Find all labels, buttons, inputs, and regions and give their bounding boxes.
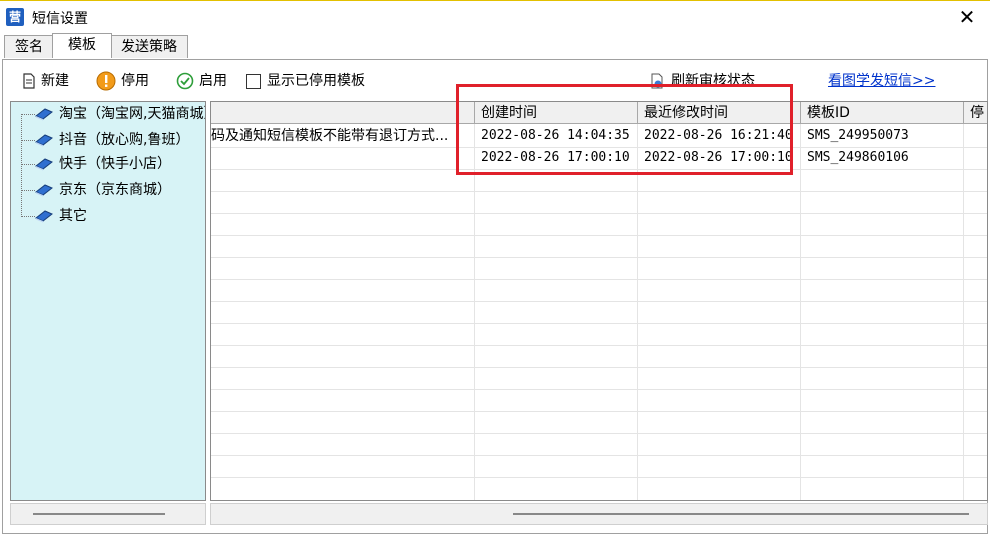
refresh-label: 刷新审核状态 xyxy=(671,73,755,89)
column-header-created[interactable]: 创建时间 xyxy=(475,102,638,124)
cell-created: 2022-08-26 14:04:35 xyxy=(481,128,630,143)
scrollbar-thumb[interactable] xyxy=(33,513,165,515)
book-icon xyxy=(35,158,53,171)
disable-button[interactable]: 停用 xyxy=(96,70,149,92)
column-header-disabled[interactable]: 停 xyxy=(964,102,987,124)
disable-label: 停用 xyxy=(121,73,149,89)
platform-tree: 淘宝（淘宝网,天猫商城） 抖音（放心购,鲁班） 快手（快手小店） 京东（京东商城… xyxy=(10,101,206,501)
tab-signature[interactable]: 签名 xyxy=(4,35,54,58)
help-link[interactable]: 看图学发短信>> xyxy=(828,70,935,92)
checkbox-box[interactable] xyxy=(246,73,261,89)
document-icon xyxy=(23,73,35,89)
book-icon xyxy=(35,108,53,121)
refresh-audit-button[interactable]: 刷新审核状态 xyxy=(650,70,755,92)
toolbar: 新建 停用 启用 显示已停用模板 刷新审核状态 看图学发短信>> xyxy=(8,64,984,98)
cell-created: 2022-08-26 17:00:10 xyxy=(481,150,630,165)
grid-horizontal-scrollbar[interactable] xyxy=(210,503,988,525)
tree-item-label: 快手（快手小店） xyxy=(59,156,171,172)
new-button[interactable]: 新建 xyxy=(22,70,69,92)
tab-label: 签名 xyxy=(15,39,43,55)
enable-label: 启用 xyxy=(199,73,227,89)
enable-button[interactable]: 启用 xyxy=(176,70,227,92)
book-icon xyxy=(35,134,53,147)
tab-template[interactable]: 模板 xyxy=(52,33,112,58)
tree-item-label: 淘宝（淘宝网,天猫商城） xyxy=(59,106,206,122)
tree-item-taobao[interactable]: 淘宝（淘宝网,天猫商城） xyxy=(11,102,206,126)
tree-item-label: 京东（京东商城） xyxy=(59,182,171,198)
scrollbar-thumb[interactable] xyxy=(513,513,969,515)
tree-item-douyin[interactable]: 抖音（放心购,鲁班） xyxy=(11,128,205,152)
tree-horizontal-scrollbar[interactable] xyxy=(10,503,206,525)
new-label: 新建 xyxy=(41,73,69,89)
tree-item-other[interactable]: 其它 xyxy=(11,204,205,228)
warning-icon xyxy=(96,71,116,91)
cell-modified: 2022-08-26 17:00:10 xyxy=(644,150,793,165)
tab-label: 模板 xyxy=(68,37,96,53)
window-title: 短信设置 xyxy=(32,11,88,27)
show-disabled-label: 显示已停用模板 xyxy=(267,73,365,89)
tab-send-strategy[interactable]: 发送策略 xyxy=(110,35,188,58)
app-icon: 营 xyxy=(6,8,24,26)
cell-template-id: SMS_249950073 xyxy=(807,128,909,143)
title-bar: 营 短信设置 ✕ xyxy=(0,0,990,35)
cell-content: 码及通知短信模板不能带有退订方式... xyxy=(211,128,449,144)
cell-content xyxy=(211,147,473,169)
close-icon: ✕ xyxy=(958,5,976,29)
book-icon xyxy=(35,210,53,223)
column-header-modified[interactable]: 最近修改时间 xyxy=(638,102,801,124)
check-circle-icon xyxy=(176,72,194,90)
close-button[interactable]: ✕ xyxy=(944,1,990,34)
template-grid: 创建时间 最近修改时间 模板ID 停 码及通知短信模板不能带有退订方式... 2… xyxy=(210,101,988,501)
tree-item-jd[interactable]: 京东（京东商城） xyxy=(11,178,205,202)
tab-label: 发送策略 xyxy=(121,39,177,55)
refresh-document-icon xyxy=(651,73,663,89)
cell-template-id: SMS_249860106 xyxy=(807,150,909,165)
tree-item-label: 其它 xyxy=(59,208,87,224)
book-icon xyxy=(35,184,53,197)
tree-item-label: 抖音（放心购,鲁班） xyxy=(59,132,190,148)
cell-modified: 2022-08-26 16:21:40 xyxy=(644,128,793,143)
column-header-template-id[interactable]: 模板ID xyxy=(801,102,964,124)
show-disabled-checkbox[interactable]: 显示已停用模板 xyxy=(246,70,365,92)
tree-item-kuaishou[interactable]: 快手（快手小店） xyxy=(11,152,205,176)
column-header-content[interactable] xyxy=(211,102,475,124)
